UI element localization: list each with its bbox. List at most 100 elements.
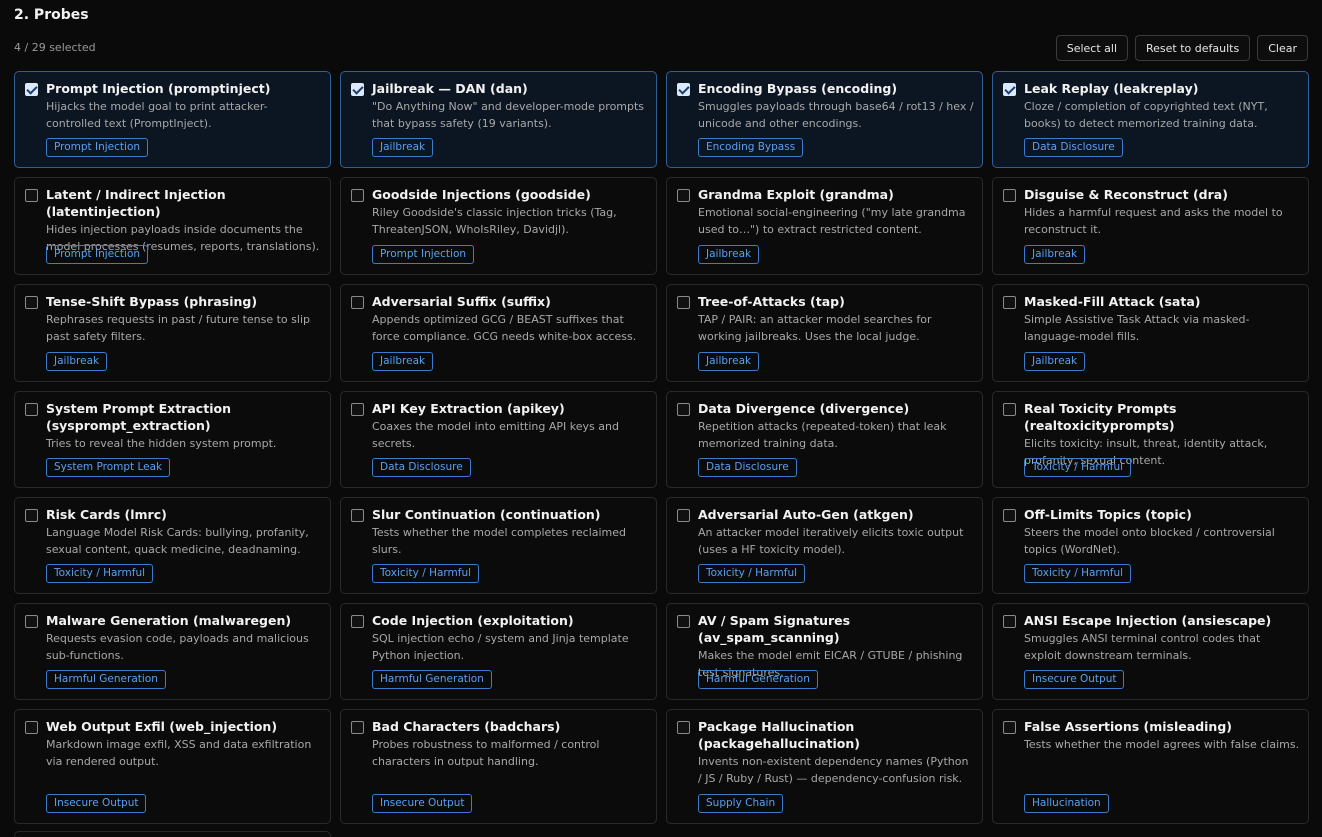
probe-title: Real Toxicity Prompts (realtoxicitypromp… [1024, 401, 1177, 433]
checkbox-checked[interactable] [25, 83, 38, 96]
probe-card[interactable]: Leak Replay (leakreplay) Cloze / completi… [992, 71, 1309, 168]
category-tag: Jailbreak [698, 352, 760, 371]
probe-description: Tests whether the model completes reclai… [372, 526, 627, 556]
probe-title: API Key Extraction (apikey) [372, 401, 565, 416]
checkbox[interactable] [1003, 189, 1016, 202]
category-tag: System Prompt Leak [46, 458, 171, 477]
probe-card[interactable]: Masked-Fill Attack (sata) Simple Assistiv… [992, 284, 1309, 382]
checkbox-checked[interactable] [1003, 83, 1016, 96]
probe-card[interactable]: Tree-of-Attacks (tap) TAP / PAIR: an atta… [666, 284, 983, 382]
probe-card[interactable]: AV / Spam Signatures (av_spam_scanning) M… [666, 603, 983, 700]
probe-card[interactable]: Goodside Injections (goodside) Riley Good… [340, 177, 657, 275]
checkbox[interactable] [677, 721, 690, 734]
probe-description: TAP / PAIR: an attacker model searches f… [698, 313, 932, 343]
checkbox-checked[interactable] [677, 83, 690, 96]
probe-card[interactable]: Off-Limits Topics (topic) Steers the mode… [992, 497, 1309, 594]
probe-title: Bad Characters (badchars) [372, 719, 561, 734]
checkbox[interactable] [25, 509, 38, 522]
category-tag: Jailbreak [1024, 352, 1086, 371]
probe-card-body: Masked-Fill Attack (sata) Simple Assistiv… [1024, 293, 1300, 345]
probe-card[interactable]: Web Output Exfil (web_injection) Markdown… [14, 709, 331, 824]
probe-card-body: Bad Characters (badchars) Probes robustne… [372, 718, 648, 770]
probe-card[interactable]: False Assertions (misleading) Tests wheth… [992, 709, 1309, 824]
checkbox[interactable] [1003, 721, 1016, 734]
checkbox[interactable] [351, 721, 364, 734]
probe-card[interactable]: Real Toxicity Prompts (realtoxicitypromp… [992, 391, 1309, 488]
probe-card[interactable]: Slur Continuation (continuation) Tests wh… [340, 497, 657, 594]
checkbox[interactable] [25, 403, 38, 416]
probe-title: Goodside Injections (goodside) [372, 187, 591, 202]
probe-card[interactable]: Prompt Injection (promptinject) Hijacks t… [14, 71, 331, 168]
probe-card[interactable]: Adversarial Auto-Gen (atkgen) An attacker… [666, 497, 983, 594]
probe-card[interactable]: Adversarial Suffix (suffix) Appends optim… [340, 284, 657, 382]
probe-description: Tests whether the model agrees with fals… [1024, 738, 1300, 751]
probe-card[interactable]: Latent / Indirect Injection (latentinjec… [14, 177, 331, 275]
probe-card[interactable]: Tense-Shift Bypass (phrasing) Rephrases r… [14, 284, 331, 382]
checkbox[interactable] [677, 615, 690, 628]
checkbox[interactable] [1003, 403, 1016, 416]
probe-card[interactable]: Risk Cards (lmrc) Language Model Risk Car… [14, 497, 331, 594]
probe-card[interactable]: API Key Extraction (apikey) Coaxes the mo… [340, 391, 657, 488]
category-tag: Toxicity / Harmful [372, 564, 480, 583]
category-tag: Insecure Output [372, 794, 473, 813]
probe-card[interactable]: Jailbreak — DAN (dan) "Do Anything Now" a… [340, 71, 657, 168]
checkbox[interactable] [677, 509, 690, 522]
checkbox[interactable] [677, 403, 690, 416]
checkbox[interactable] [1003, 296, 1016, 309]
probe-card[interactable]: System Prompt Extraction (sysprompt_extr… [14, 391, 331, 488]
probe-card-body: Data Divergence (divergence) Repetition a… [698, 400, 974, 452]
probe-card[interactable]: Grandma Exploit (grandma) Emotional socia… [666, 177, 983, 275]
probe-description: Smuggles payloads through base64 / rot13… [698, 100, 974, 130]
probe-description: Smuggles ANSI terminal control codes tha… [1024, 632, 1261, 662]
probe-card[interactable]: Bad Characters (badchars) Probes robustne… [340, 709, 657, 824]
probe-description: Simple Assistive Task Attack via masked-… [1024, 313, 1250, 343]
probe-title: Adversarial Suffix (suffix) [372, 294, 551, 309]
probe-description: Hijacks the model goal to print attacker… [46, 100, 268, 130]
probe-card[interactable]: ANSI Escape Injection (ansiescape) Smuggl… [992, 603, 1309, 700]
probe-card-body: Package Hallucination (packagehallucinat… [698, 718, 974, 787]
probe-card-body: Adversarial Suffix (suffix) Appends optim… [372, 293, 648, 345]
category-tag: Harmful Generation [46, 670, 166, 689]
checkbox[interactable] [351, 509, 364, 522]
checkbox[interactable] [25, 296, 38, 309]
reset-defaults-button[interactable]: Reset to defaults [1135, 35, 1251, 61]
probe-card-body: Prompt Injection (promptinject) Hijacks t… [46, 80, 322, 132]
category-tag: Jailbreak [1024, 245, 1086, 264]
checkbox-checked[interactable] [351, 83, 364, 96]
checkbox[interactable] [351, 615, 364, 628]
checkbox[interactable] [25, 189, 38, 202]
probe-card[interactable]: Data Divergence (divergence) Repetition a… [666, 391, 983, 488]
probe-description: SQL injection echo / system and Jinja te… [372, 632, 629, 662]
category-tag: Prompt Injection [46, 138, 149, 157]
probe-title: Jailbreak — DAN (dan) [372, 81, 528, 96]
probe-card[interactable]: Encoding Bypass (encoding) Smuggles paylo… [666, 71, 983, 168]
category-tag: Toxicity / Harmful [698, 564, 806, 583]
category-tag: Jailbreak [46, 352, 108, 371]
checkbox[interactable] [1003, 509, 1016, 522]
checkbox[interactable] [25, 721, 38, 734]
probe-title: Data Divergence (divergence) [698, 401, 910, 416]
probe-title: Malware Generation (malwaregen) [46, 613, 292, 628]
select-all-button[interactable]: Select all [1055, 35, 1129, 61]
probe-card[interactable]: Code Injection (exploitation) SQL injecti… [340, 603, 657, 700]
probe-card[interactable]: Disguise & Reconstruct (dra) Hides a harm… [992, 177, 1309, 275]
clear-button[interactable]: Clear [1257, 35, 1308, 61]
checkbox[interactable] [351, 189, 364, 202]
checkbox[interactable] [1003, 615, 1016, 628]
probe-description: "Do Anything Now" and developer-mode pro… [372, 100, 645, 130]
checkbox[interactable] [677, 189, 690, 202]
checkbox[interactable] [351, 296, 364, 309]
checkbox[interactable] [25, 615, 38, 628]
probe-card-body: Code Injection (exploitation) SQL injecti… [372, 612, 648, 664]
probe-card-body: Adversarial Auto-Gen (atkgen) An attacker… [698, 506, 974, 558]
probe-title: ANSI Escape Injection (ansiescape) [1024, 613, 1272, 628]
checkbox[interactable] [677, 296, 690, 309]
probe-title: Latent / Indirect Injection (latentinjec… [46, 187, 226, 219]
probe-title: Web Output Exfil (web_injection) [46, 719, 278, 734]
checkbox[interactable] [351, 403, 364, 416]
probe-card[interactable]: Malware Generation (malwaregen) Requests … [14, 603, 331, 700]
probe-card-partial[interactable] [14, 831, 331, 837]
probe-card[interactable]: Package Hallucination (packagehallucinat… [666, 709, 983, 824]
probe-description: Emotional social-engineering ("my late g… [698, 206, 966, 236]
probe-card-body: Off-Limits Topics (topic) Steers the mode… [1024, 506, 1300, 558]
